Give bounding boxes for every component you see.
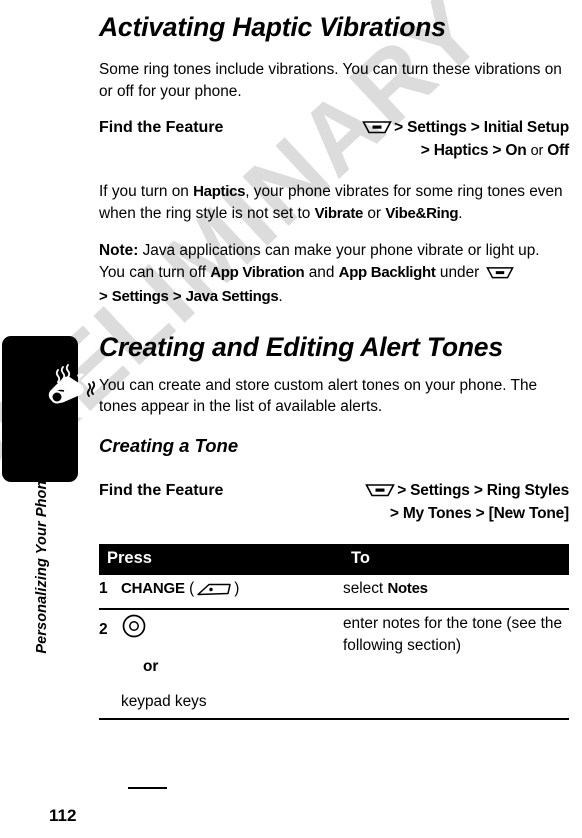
haptics-explanation-paragraph: If you turn on Haptics, your phone vibra… bbox=[99, 181, 569, 224]
find-the-feature-haptics: Find the Feature > Settings > Initial Se… bbox=[99, 118, 569, 161]
cell-to-step-1: select Notes bbox=[343, 574, 569, 610]
path-sep-1: > bbox=[397, 481, 407, 499]
path-sep-3: > bbox=[389, 504, 399, 522]
menu-key-icon bbox=[485, 265, 514, 287]
note-sep-1: > bbox=[99, 288, 108, 305]
column-header-press: Press bbox=[99, 543, 343, 575]
ui-term-java-settings: Java Settings bbox=[185, 288, 279, 305]
path-sep-2: > bbox=[470, 119, 480, 136]
ui-term-vibe-and-ring: Vibe&Ring bbox=[385, 204, 459, 222]
path-item-settings: Settings bbox=[410, 481, 470, 499]
ui-term-notes: Notes bbox=[387, 579, 428, 597]
step-number: 2 bbox=[99, 621, 108, 638]
cell-press-step-1: 1 CHANGE () bbox=[99, 574, 343, 610]
find-the-feature-path: > Settings > Ring Styles > My Tones > [N… bbox=[283, 481, 569, 524]
to-text-prefix: select bbox=[343, 579, 388, 597]
path-sep-4: > bbox=[492, 142, 502, 159]
paren-close: ) bbox=[234, 579, 240, 597]
ui-term-vibrate: Vibrate bbox=[314, 204, 364, 222]
running-head: Personalizing Your Phone bbox=[34, 472, 50, 654]
step-number: 1 bbox=[99, 579, 108, 597]
steps-table: Press To 1 CHANGE () select Notes 2 or ke… bbox=[99, 543, 569, 720]
note-text-d: . bbox=[278, 288, 283, 305]
steps-table-body: 1 CHANGE () select Notes 2 or keypad keys… bbox=[99, 574, 569, 720]
menu-key-icon bbox=[365, 483, 396, 504]
page-title: Activating Haptic Vibrations bbox=[99, 12, 446, 42]
ringing-bell-icon bbox=[36, 364, 96, 422]
steps-table-head: Press To bbox=[99, 543, 569, 575]
note-text-b: and bbox=[304, 263, 339, 281]
table-header-row: Press To bbox=[99, 543, 569, 575]
path-item-my-tones: My Tones bbox=[402, 504, 472, 522]
soft-key-icon bbox=[195, 581, 233, 604]
find-the-feature-path: > Settings > Initial Setup > Haptics > O… bbox=[283, 118, 569, 161]
ui-term-settings: Settings bbox=[111, 288, 169, 305]
note-label: Note: bbox=[99, 242, 139, 259]
path-item-off: Off bbox=[547, 142, 569, 159]
ui-term-haptics: Haptics bbox=[193, 183, 246, 200]
para-text-a: If you turn on bbox=[99, 183, 194, 200]
find-the-feature-new-tone: Find the Feature > Settings > Ring Style… bbox=[99, 481, 569, 524]
path-item-initial-setup: Initial Setup bbox=[483, 119, 569, 136]
path-item-ring-styles: Ring Styles bbox=[486, 481, 569, 499]
table-row: 2 or keypad keys enter notes for the ton… bbox=[99, 609, 569, 720]
alternative-conjunction: or bbox=[143, 657, 159, 675]
section-tab bbox=[2, 336, 96, 482]
find-the-feature-label: Find the Feature bbox=[99, 481, 224, 499]
ui-term-app-backlight: App Backlight bbox=[338, 263, 436, 281]
note-paragraph: Note: Java applications can make your ph… bbox=[99, 240, 569, 308]
path-sep-1: > bbox=[394, 119, 404, 136]
path-sep-3: > bbox=[420, 142, 430, 159]
keypad-keys-label: keypad keys bbox=[121, 693, 207, 710]
center-select-key-icon bbox=[121, 613, 147, 646]
path-sep-4: > bbox=[475, 504, 485, 522]
footer-rule bbox=[128, 787, 167, 789]
haptic-intro-paragraph: Some ring tones include vibrations. You … bbox=[99, 61, 562, 100]
path-conjunction: or bbox=[530, 143, 544, 159]
page-number: 112 bbox=[49, 806, 77, 825]
note-text-c: under bbox=[435, 263, 484, 281]
cell-press-step-2: 2 or keypad keys bbox=[99, 609, 343, 720]
table-row: 1 CHANGE () select Notes bbox=[99, 574, 569, 610]
column-header-to: To bbox=[343, 543, 569, 575]
ui-term-app-vibration: App Vibration bbox=[210, 263, 305, 281]
softkey-label-change: CHANGE bbox=[121, 579, 185, 597]
para-text-d: . bbox=[458, 204, 463, 222]
path-item-haptics: Haptics bbox=[433, 142, 489, 159]
find-the-feature-label: Find the Feature bbox=[99, 119, 224, 136]
para-text-c: or bbox=[363, 204, 386, 222]
to-text-prefix: enter notes for the tone (see the follow… bbox=[343, 615, 563, 654]
note-sep-2: > bbox=[172, 288, 182, 305]
page-content: Activating Haptic Vibrations Some ring t… bbox=[99, 0, 569, 720]
path-item-new-tone: [New Tone] bbox=[488, 504, 570, 522]
path-item-settings: Settings bbox=[407, 119, 467, 136]
alert-tones-title: Creating and Editing Alert Tones bbox=[99, 331, 503, 362]
path-item-on: On bbox=[505, 142, 527, 159]
cell-to-step-2: enter notes for the tone (see the follow… bbox=[343, 609, 569, 720]
path-sep-2: > bbox=[473, 481, 483, 499]
creating-a-tone-subtitle: Creating a Tone bbox=[99, 434, 239, 456]
menu-key-icon bbox=[362, 120, 392, 141]
alert-tones-intro: You can create and store custom alert to… bbox=[99, 376, 538, 416]
paren-open: ( bbox=[189, 579, 195, 597]
